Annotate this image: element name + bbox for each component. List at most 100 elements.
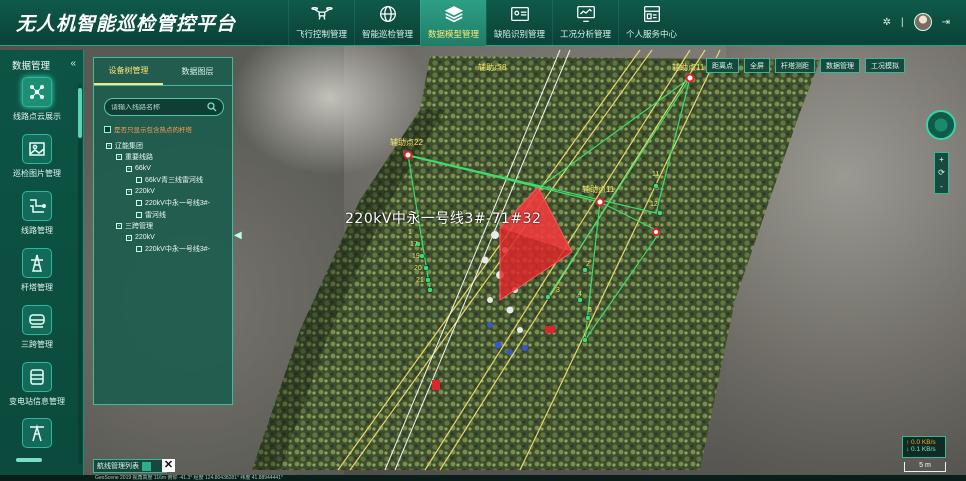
route-list-label: 航线管理列表 [97,463,139,470]
nav-defect-recognition[interactable]: 缺陷识别管理 [486,0,552,46]
toolbar-condition-simulation[interactable]: 工况模拟 [865,58,905,73]
sidebar-item-substation[interactable]: 变电站信息管理 [4,362,70,407]
tree-node[interactable]: 220kV中永一号线3#- [106,198,231,210]
tree-leaf-checkbox[interactable] [136,246,142,253]
nav-label: 智能巡检管理 [361,29,413,39]
sidebar-item-more[interactable] [4,418,70,448]
sidebar-item-photos[interactable]: 巡检图片管理 [4,134,70,179]
tree-toggle[interactable]: - [116,154,122,161]
nav-data-model[interactable]: 数据模型管理 [420,0,486,46]
line-name-label: 220kV中永一号线3#-71#32 [345,211,542,227]
svg-text:2: 2 [586,261,590,268]
svg-text:17: 17 [410,241,418,248]
svg-text:11: 11 [652,171,659,178]
nav-personal-center[interactable]: 个人服务中心 [618,0,684,46]
collapse-icon[interactable]: « [70,58,76,69]
tower-label: 辅助点22 [390,138,423,147]
svg-text:3: 3 [556,287,560,294]
close-icon[interactable]: ✕ [162,459,175,472]
nav-smart-inspection[interactable]: 智能巡检管理 [354,0,420,46]
tree-node-label: 220kV中永一号线3#- [145,246,210,254]
nav-label: 飞行控制管理 [295,29,347,39]
sidebar-item-label: 巡检图片管理 [13,169,61,178]
tower-node [685,73,695,83]
nav-label: 数据模型管理 [427,29,479,39]
device-tree-panel: 设备树管理 数据图层 是否只显示包含热点的杆塔 -辽能集团 -重要线路 -66k… [93,57,233,405]
tree-node[interactable]: -220kV [106,186,231,198]
sidebar-item-point-cloud[interactable]: 线路点云展示 [4,77,70,122]
toolbar-distance-point[interactable]: 距离点 [706,58,739,73]
line-search [104,98,224,116]
sidebar-item-crossings[interactable]: 三跨管理 [4,305,70,350]
panel-tabs: 设备树管理 数据图层 [94,58,232,86]
tree-node[interactable]: - 辽能集团 [106,140,231,152]
hotspot-filter[interactable]: 是否只显示包含热点的杆塔 [104,124,192,134]
tree-node-label: 雷河线 [145,211,166,219]
tab-data-layers[interactable]: 数据图层 [163,58,232,85]
svg-text:21: 21 [416,277,424,284]
tab-device-tree[interactable]: 设备树管理 [94,58,163,85]
circuit-icon [22,191,52,221]
tree-node[interactable]: - 重要线路 [106,152,231,164]
tree-leaf-checkbox[interactable] [136,200,142,207]
tree-toggle[interactable]: - [126,165,132,172]
header-separator: | [901,16,904,28]
route-list-dock[interactable]: 航线管理列表 [93,459,167,473]
hotspot-checkbox[interactable] [104,125,111,133]
svg-text:5: 5 [588,307,592,314]
photo-icon [22,134,52,164]
tree-leaf-checkbox[interactable] [136,211,142,218]
sidebar-item-label: 杆塔管理 [21,283,53,292]
toolbar-fullscreen[interactable]: 全屏 [744,58,770,73]
svg-text:4: 4 [578,291,582,298]
tree-node-label: 220kV [135,188,155,196]
tree-node[interactable]: 220kV中永一号线3#- [106,244,231,256]
sidebar-item-lines[interactable]: 线路管理 [4,191,70,236]
sidebar-scrollbar[interactable] [78,84,82,464]
logout-icon[interactable]: ⇥ [942,17,950,28]
sidebar-item-towers[interactable]: 杆塔管理 [4,248,70,293]
reset-view-button[interactable]: ⟳ [938,168,945,177]
tree-toggle[interactable]: - [106,142,112,149]
nav-label: 工况分析管理 [559,29,611,39]
tree-node[interactable]: - 三跨管理 [106,221,231,233]
svg-text:12: 12 [650,201,658,208]
tower-label: 辅助点8 [478,63,507,72]
tower-node [403,150,413,160]
line-search-input[interactable] [111,103,207,111]
svg-text:19: 19 [412,253,420,260]
upload-speed: ↑ 0.0 KB/s [906,439,936,446]
tree-node[interactable]: -220kV [106,232,231,244]
nav-flight-control[interactable]: 飞行控制管理 [288,0,354,46]
tree-node[interactable]: 雷河线 [106,209,231,221]
tree-toggle[interactable]: - [126,234,132,241]
tree-leaf-checkbox[interactable] [136,177,142,184]
toolbar-data-management[interactable]: 数据管理 [820,58,860,73]
compass-icon[interactable] [926,110,956,140]
sidebar-item-label: 线路点云展示 [13,112,61,121]
zoom-in-button[interactable]: + [939,155,944,164]
expand-icon[interactable] [142,461,151,471]
network-speed: ↑ 0.0 KB/s ↓ 0.1 KB/s [902,436,946,458]
tree-node[interactable]: -66kV [106,163,231,175]
left-sidebar: 数据管理 « 线路点云展示 巡检图片管理 线路管理 杆塔管理 三跨管理 变电站信… [0,50,84,475]
sidebar-handle[interactable] [16,458,42,462]
search-icon[interactable] [207,102,217,112]
panel-collapse-arrow-icon[interactable]: ◀ [234,230,242,241]
tree-node[interactable]: 66kV青三线雷河线 [106,175,231,187]
settings-icon[interactable]: ✲ [883,17,891,28]
tree-toggle[interactable]: - [126,188,132,195]
device-tree: - 辽能集团 - 重要线路 -66kV 66kV青三线雷河线 -220kV 220k… [106,140,231,255]
map-toolbar: 距离点 全屏 杆塔测距 数据管理 工况模拟 [706,58,905,73]
globe-icon [379,6,396,22]
tower-node [595,197,605,207]
zoom-out-button[interactable]: - [940,182,943,191]
nav-condition-analysis[interactable]: 工况分析管理 [552,0,618,46]
toolbar-tower-ranging[interactable]: 杆塔测距 [775,58,815,73]
tree-node-label: 重要线路 [125,154,153,162]
tree-toggle[interactable]: - [116,223,122,230]
nav-label: 个人服务中心 [625,29,677,39]
train-icon [22,305,52,335]
svg-text:1: 1 [408,229,412,236]
avatar[interactable] [913,13,932,31]
